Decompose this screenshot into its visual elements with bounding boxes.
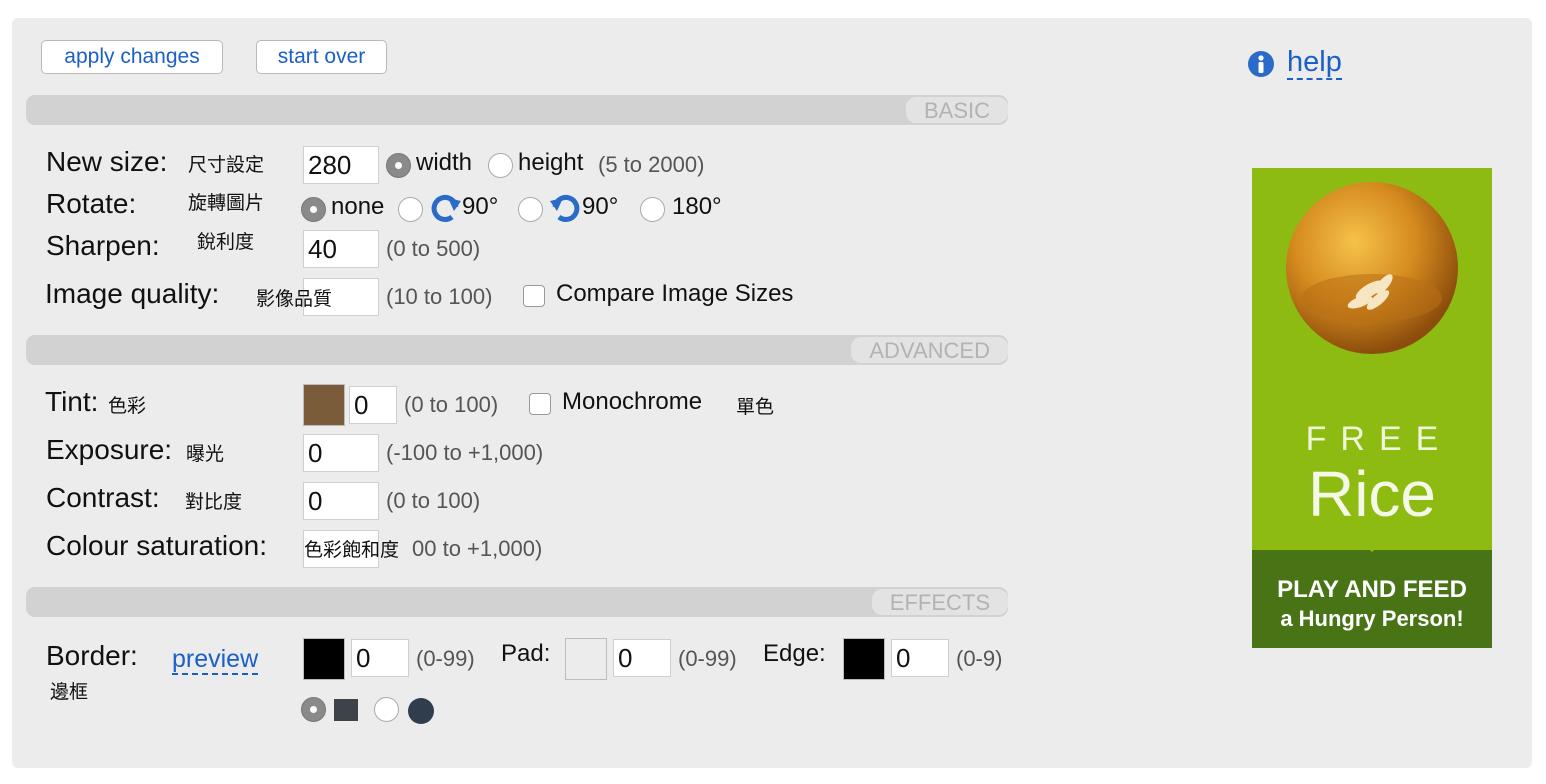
tint-range: (0 to 100) bbox=[404, 392, 499, 417]
size-width-radio[interactable] bbox=[386, 153, 411, 178]
image-quality-range: (10 to 100) bbox=[386, 284, 493, 309]
compare-sizes-checkbox[interactable] bbox=[523, 285, 545, 307]
new-size-input[interactable]: 280 bbox=[303, 146, 379, 184]
section-bar-advanced: ADVANCED bbox=[26, 335, 1008, 365]
compare-sizes-label: Compare Image Sizes bbox=[556, 280, 794, 307]
info-icon[interactable] bbox=[1245, 50, 1277, 78]
contrast-label: Contrast: bbox=[46, 482, 160, 513]
exposure-range: (-100 to +1,000) bbox=[386, 440, 544, 465]
sharpen-range: (0 to 500) bbox=[386, 236, 481, 261]
size-height-radio[interactable] bbox=[488, 153, 513, 178]
tint-label: Tint: bbox=[45, 386, 99, 417]
apply-changes-button[interactable]: apply changes bbox=[41, 40, 223, 74]
exposure-cjk-label: 曝光 bbox=[186, 444, 225, 465]
border-cjk-label: 邊框 bbox=[50, 682, 89, 703]
rotate-cw-label: 90° bbox=[462, 193, 499, 220]
edge-input[interactable]: 0 bbox=[891, 639, 949, 677]
section-label-basic: BASIC bbox=[905, 97, 1008, 123]
saturation-label: Colour saturation: bbox=[46, 530, 268, 561]
size-height-label: height bbox=[518, 149, 584, 176]
help-link[interactable]: help bbox=[1287, 46, 1342, 80]
rotate-label: Rotate: bbox=[46, 188, 137, 219]
rotate-cjk-label: 旋轉圖片 bbox=[188, 193, 265, 214]
section-label-advanced: ADVANCED bbox=[851, 337, 1008, 363]
square-shape-icon bbox=[334, 699, 358, 721]
sharpen-label: Sharpen: bbox=[46, 230, 160, 261]
rotate-clockwise-icon bbox=[431, 194, 461, 222]
rotate-cw-radio[interactable] bbox=[398, 197, 423, 222]
rotate-none-radio[interactable] bbox=[301, 197, 326, 222]
pad-color-swatch[interactable] bbox=[565, 638, 607, 680]
saturation-range: 00 to +1,000) bbox=[412, 536, 543, 561]
start-over-button[interactable]: start over bbox=[256, 40, 387, 74]
border-color-swatch[interactable] bbox=[303, 638, 345, 680]
exposure-input[interactable]: 0 bbox=[303, 434, 379, 472]
round-shape-icon bbox=[408, 698, 434, 724]
section-bar-basic: BASIC bbox=[26, 95, 1008, 125]
border-input[interactable]: 0 bbox=[351, 639, 409, 677]
contrast-input[interactable]: 0 bbox=[303, 482, 379, 520]
new-size-range: (5 to 2000) bbox=[598, 152, 705, 177]
rice-bowl-icon bbox=[1286, 182, 1458, 354]
exposure-label: Exposure: bbox=[46, 434, 173, 465]
border-range: (0-99) bbox=[416, 646, 475, 671]
border-preview-link[interactable]: preview bbox=[172, 645, 259, 675]
border-label: Border: bbox=[46, 640, 138, 671]
contrast-cjk-label: 對比度 bbox=[185, 492, 243, 513]
tint-input[interactable]: 0 bbox=[349, 386, 397, 424]
image-quality-cjk-label: 影像品質 bbox=[256, 289, 333, 310]
pad-input[interactable]: 0 bbox=[613, 639, 671, 677]
sharpen-input[interactable]: 40 bbox=[303, 230, 379, 268]
border-shape-round-radio[interactable] bbox=[374, 697, 399, 722]
sharpen-cjk-label: 銳利度 bbox=[197, 232, 255, 253]
tint-cjk-label: 色彩 bbox=[108, 396, 147, 417]
ad-play-text: PLAY AND FEED bbox=[1277, 576, 1467, 603]
rotate-ccw-radio[interactable] bbox=[518, 197, 543, 222]
rotate-ccw-label: 90° bbox=[582, 193, 619, 220]
new-size-label: New size: bbox=[46, 146, 168, 177]
rotate-none-label: none bbox=[331, 193, 385, 220]
ad-hungry-text: a Hungry Person! bbox=[1280, 606, 1464, 631]
monochrome-cjk-label: 單色 bbox=[736, 397, 775, 418]
rotate-180-radio[interactable] bbox=[640, 197, 665, 222]
ad-notch bbox=[1356, 538, 1388, 552]
size-width-label: width bbox=[416, 149, 473, 176]
border-shape-square-radio[interactable] bbox=[301, 697, 326, 722]
image-quality-label: Image quality: bbox=[45, 278, 220, 309]
tint-color-swatch[interactable] bbox=[303, 384, 345, 426]
new-size-cjk-label: 尺寸設定 bbox=[188, 155, 265, 176]
edge-label: Edge: bbox=[763, 640, 826, 667]
pad-label: Pad: bbox=[501, 640, 551, 667]
ad-footer: PLAY AND FEED a Hungry Person! bbox=[1252, 550, 1492, 648]
section-label-effects: EFFECTS bbox=[871, 589, 1008, 615]
monochrome-checkbox[interactable] bbox=[529, 393, 551, 415]
rotate-180-label: 180° bbox=[672, 193, 722, 220]
pad-range: (0-99) bbox=[678, 646, 737, 671]
edge-color-swatch[interactable] bbox=[843, 638, 885, 680]
edge-range: (0-9) bbox=[956, 646, 1003, 671]
monochrome-label: Monochrome bbox=[562, 388, 703, 415]
contrast-range: (0 to 100) bbox=[386, 488, 481, 513]
saturation-cjk-label: 色彩飽和度 bbox=[304, 540, 400, 561]
freerice-ad-banner[interactable]: FREE Rice PLAY AND FEED a Hungry Person! bbox=[1252, 168, 1492, 648]
section-bar-effects: EFFECTS bbox=[26, 587, 1008, 617]
ad-rice-text: Rice bbox=[1307, 458, 1437, 530]
ad-free-text: FREE bbox=[1305, 420, 1453, 458]
rotate-counterclockwise-icon bbox=[550, 194, 580, 222]
